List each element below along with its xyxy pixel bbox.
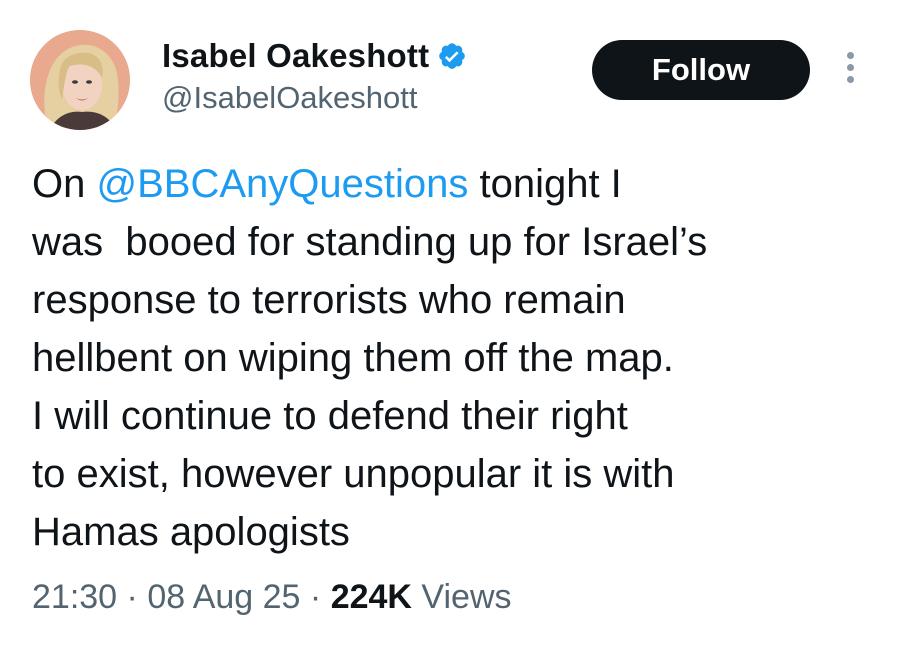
views-count[interactable]: 224K — [331, 578, 412, 616]
tweet-card: Isabel Oakeshott @IsabelOakeshott Follow… — [0, 0, 900, 651]
tweet-text-prefix: On — [32, 162, 97, 206]
avatar[interactable] — [30, 30, 130, 130]
verified-badge-icon — [437, 41, 467, 71]
more-vertical-icon[interactable] — [840, 52, 860, 88]
name-row: Isabel Oakeshott — [162, 34, 467, 78]
follow-button[interactable]: Follow — [592, 40, 810, 100]
tweet-text-body: was booed for standing up for Israel’s r… — [32, 220, 708, 554]
tweet-date[interactable]: 08 Aug 25 — [147, 578, 300, 616]
tweet-time[interactable]: 21:30 — [32, 578, 117, 616]
meta-separator: · — [117, 578, 148, 616]
tweet-text: On @BBCAnyQuestions tonight I was booed … — [32, 155, 872, 561]
display-name[interactable]: Isabel Oakeshott — [162, 37, 429, 75]
tweet-text-line1-suffix: tonight I — [468, 162, 622, 206]
views-label: Views — [411, 578, 512, 616]
tweet-meta: 21:30 · 08 Aug 25 · 224K Views — [32, 578, 512, 617]
avatar-image — [30, 30, 130, 130]
mention-link[interactable]: @BBCAnyQuestions — [96, 162, 468, 206]
meta-separator: · — [300, 578, 331, 616]
handle[interactable]: @IsabelOakeshott — [162, 78, 467, 118]
author-block: Isabel Oakeshott @IsabelOakeshott — [162, 34, 467, 118]
